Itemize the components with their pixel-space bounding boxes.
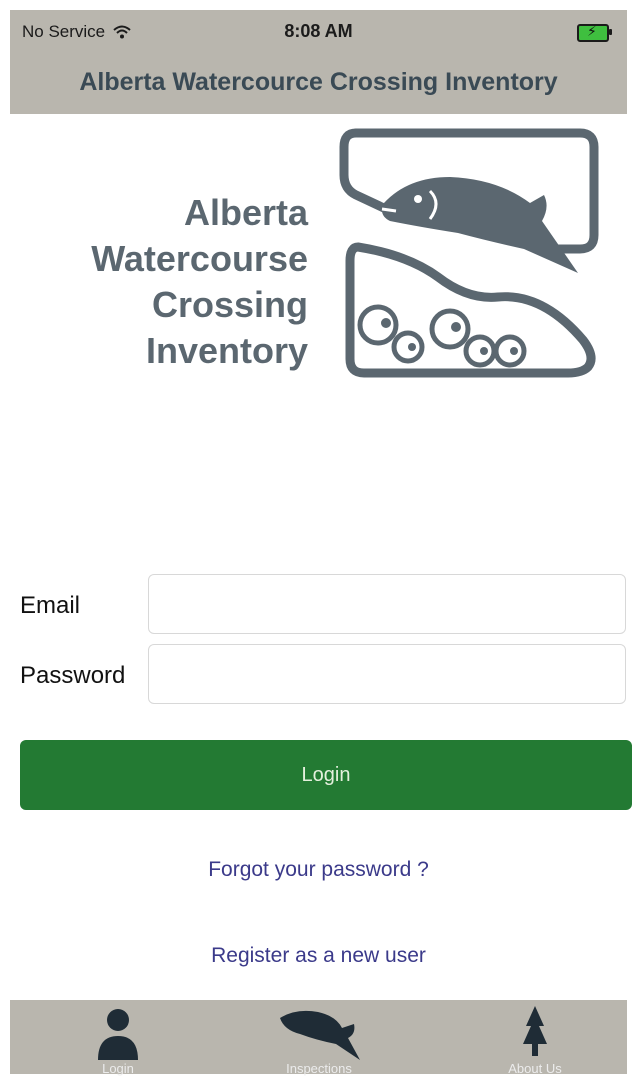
tab-bar: Login Inspections About Us [10, 1000, 627, 1076]
logo-wordmark: Alberta Watercourse Crossing Inventory [40, 190, 308, 374]
email-field[interactable] [148, 574, 626, 634]
login-button-label: Login [301, 763, 351, 786]
logo-line-3: Crossing [151, 284, 308, 325]
logo-line-1: Alberta [183, 192, 308, 233]
password-label: Password [20, 662, 126, 689]
status-bar: No Service 8:08 AM ⚡ [10, 10, 627, 50]
forgot-password-link[interactable]: Forgot your password ? [0, 858, 637, 882]
tab-about-us[interactable]: About Us [450, 1000, 620, 1076]
page-title: Alberta Watercource Crossing Inventory [79, 68, 558, 96]
person-icon [98, 1009, 138, 1060]
login-button[interactable]: Login [20, 740, 632, 810]
logo-line-4: Inventory [145, 330, 308, 371]
tab-login[interactable]: Login [33, 1000, 203, 1076]
app-screen: No Service 8:08 AM ⚡ Alberta Watercource… [0, 0, 637, 1076]
fish-icon [280, 1010, 360, 1060]
logo-line-2: Watercourse [91, 238, 308, 279]
tree-icon [523, 1006, 547, 1056]
top-bar: No Service 8:08 AM ⚡ Alberta Watercource… [10, 10, 627, 114]
register-link[interactable]: Register as a new user [0, 944, 637, 968]
logo-fish-culvert-icon [339, 128, 599, 378]
email-label: Email [20, 592, 81, 619]
battery-icon: ⚡ [577, 23, 612, 42]
tab-inspections[interactable]: Inspections [234, 1000, 404, 1076]
password-field[interactable] [148, 644, 626, 704]
clock: 8:08 AM [284, 21, 353, 41]
